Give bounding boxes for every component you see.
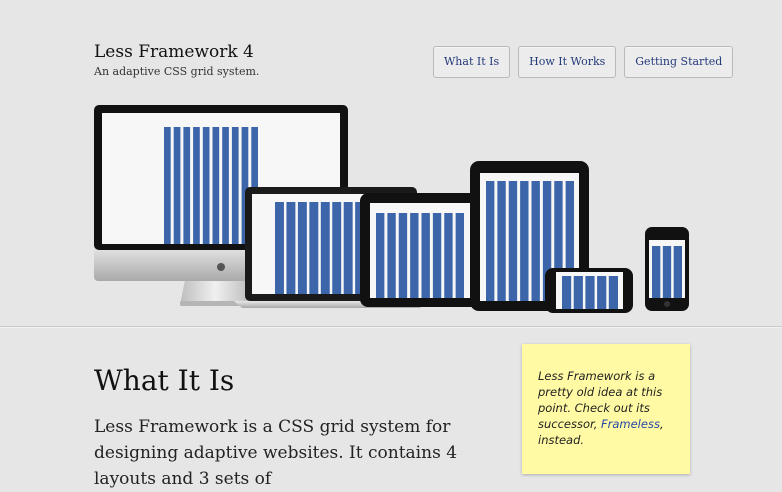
grid-column	[455, 213, 465, 298]
device-showcase-image	[94, 105, 689, 313]
grid-column	[531, 181, 540, 301]
grid-column	[652, 246, 661, 298]
grid-column	[275, 202, 284, 294]
grid-column	[309, 202, 319, 294]
grid-column	[387, 213, 396, 298]
grid-column	[212, 127, 220, 244]
grid-column	[520, 181, 529, 301]
grid-column	[398, 213, 408, 298]
grid-column	[410, 213, 419, 298]
section-divider	[0, 326, 782, 327]
grid-column	[202, 127, 210, 244]
grid-column	[562, 276, 572, 309]
main-nav: What It Is How It Works Getting Started	[433, 46, 734, 78]
phone-landscape-grid-columns	[562, 276, 618, 309]
grid-column	[320, 202, 330, 294]
grid-column	[231, 127, 239, 244]
grid-column	[662, 246, 672, 298]
nav-getting-started-button[interactable]: Getting Started	[624, 46, 734, 78]
grid-column	[376, 213, 385, 298]
grid-column	[421, 213, 430, 298]
phone-portrait-icon	[645, 227, 689, 311]
grid-column	[183, 127, 191, 244]
section-heading: What It Is	[94, 364, 235, 397]
grid-column	[193, 127, 200, 244]
grid-column	[164, 127, 171, 244]
grid-column	[508, 181, 518, 301]
nav-how-it-works-button[interactable]: How It Works	[518, 46, 617, 78]
grid-column	[343, 202, 353, 294]
site-tagline: An adaptive CSS grid system.	[94, 65, 260, 78]
sticky-note: Less Framework is a pretty old idea at t…	[522, 344, 690, 474]
grid-column	[597, 276, 607, 309]
grid-column	[573, 276, 583, 309]
grid-column	[585, 276, 595, 309]
grid-column	[297, 202, 307, 294]
grid-column	[608, 276, 618, 309]
grid-column	[497, 181, 506, 301]
intro-paragraph: Less Framework is a CSS grid system for …	[94, 417, 458, 489]
grid-column	[332, 202, 342, 294]
grid-column	[286, 202, 296, 294]
grid-column	[173, 127, 181, 244]
frameless-link[interactable]: Frameless	[601, 417, 660, 431]
grid-column	[444, 213, 453, 298]
grid-column	[673, 246, 682, 298]
grid-column	[486, 181, 495, 301]
tablet-landscape-icon	[360, 193, 480, 307]
phone-portrait-grid-columns	[652, 246, 682, 298]
nav-what-it-is-button[interactable]: What It Is	[433, 46, 511, 78]
grid-column	[432, 213, 442, 298]
phone-landscape-icon	[545, 268, 633, 313]
grid-column	[222, 127, 229, 244]
site-title: Less Framework 4	[94, 42, 254, 62]
